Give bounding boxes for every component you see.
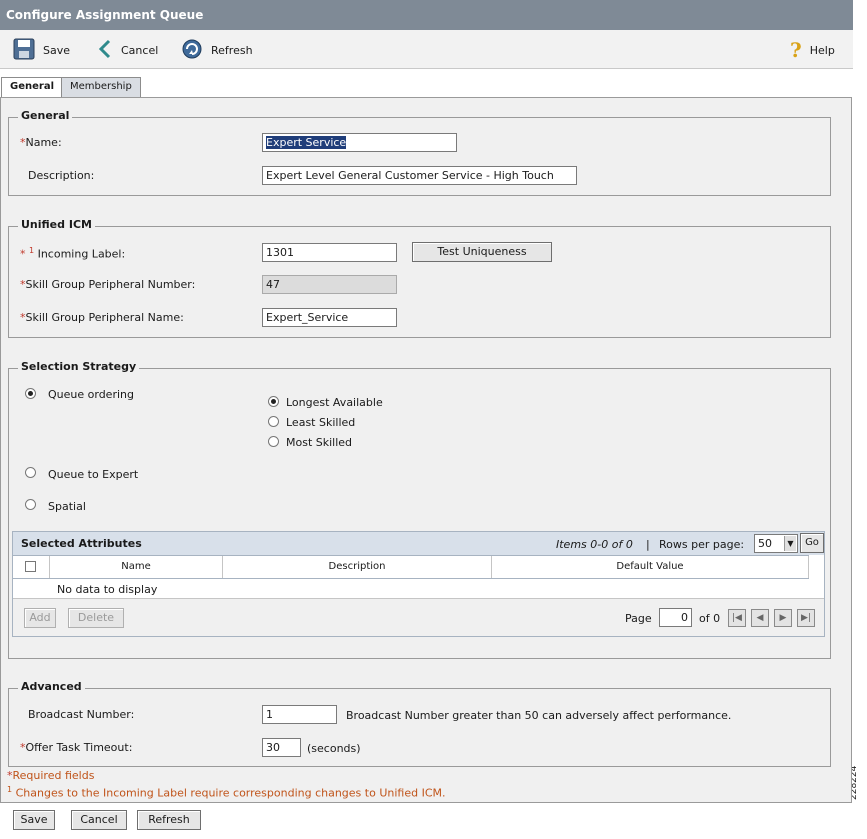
broadcast-number-note: Broadcast Number greater than 50 can adv… — [346, 709, 732, 722]
refresh-toolbar-label: Refresh — [211, 43, 253, 57]
unified-icm-legend: Unified ICM — [18, 218, 95, 231]
description-label: Description: — [28, 169, 95, 182]
spatial-radio[interactable] — [25, 499, 36, 510]
window-title: Configure Assignment Queue — [0, 0, 853, 30]
longest-available-label: Longest Available — [286, 396, 383, 409]
most-skilled-radio[interactable] — [268, 436, 279, 447]
name-field[interactable]: Expert Service — [262, 133, 457, 152]
least-skilled-label: Least Skilled — [286, 416, 356, 429]
advanced-legend: Advanced — [18, 680, 85, 693]
rows-per-page-select[interactable]: 50 ▼ — [754, 534, 798, 553]
spatial-label: Spatial — [48, 500, 86, 513]
grid-toolbar: Selected Attributes Items 0-0 of 0 | Row… — [13, 532, 824, 555]
tab-membership[interactable]: Membership — [61, 77, 141, 97]
selected-attributes-grid: Selected Attributes Items 0-0 of 0 | Row… — [12, 531, 825, 637]
advanced-fieldset: Advanced Broadcast Number: 1 Broadcast N… — [8, 680, 831, 767]
save-icon — [13, 38, 35, 63]
grid-column-headers: Name Description Default Value — [13, 555, 809, 579]
column-description[interactable]: Description — [223, 556, 492, 578]
incoming-label-footnote: 1 Changes to the Incoming Label require … — [7, 785, 446, 800]
least-skilled-radio[interactable] — [268, 416, 279, 427]
cancel-toolbar-button[interactable]: Cancel — [97, 38, 158, 62]
grid-title: Selected Attributes — [21, 537, 142, 550]
broadcast-number-field[interactable]: 1 — [262, 705, 337, 724]
most-skilled-label: Most Skilled — [286, 436, 353, 449]
general-fieldset: General *Name: Expert Service Descriptio… — [8, 109, 831, 196]
add-button[interactable]: Add — [24, 608, 56, 628]
page-count-label: of 0 — [699, 612, 721, 625]
general-panel: General *Name: Expert Service Descriptio… — [0, 97, 852, 803]
incoming-label-label: * 1 Incoming Label: — [20, 246, 126, 261]
description-field[interactable]: Expert Level General Customer Service - … — [262, 166, 577, 185]
previous-page-icon[interactable]: ◀ — [751, 609, 769, 627]
save-button[interactable]: Save — [13, 810, 55, 830]
queue-to-expert-radio[interactable] — [25, 467, 36, 478]
column-default-value[interactable]: Default Value — [492, 556, 809, 578]
items-info: Items 0-0 of 0 — [556, 538, 633, 551]
save-toolbar-label: Save — [43, 43, 71, 57]
peripheral-number-label: *Skill Group Peripheral Number: — [20, 278, 196, 291]
peripheral-number-field: 47 — [262, 275, 397, 294]
column-name[interactable]: Name — [50, 556, 223, 578]
selection-strategy-legend: Selection Strategy — [18, 360, 140, 373]
help-label: Help — [809, 43, 835, 57]
toolbar: Save Cancel Refresh ? Help — [0, 30, 853, 69]
page-label: Page — [625, 612, 652, 625]
peripheral-name-field[interactable]: Expert_Service — [262, 308, 397, 327]
broadcast-number-label: Broadcast Number: — [28, 708, 135, 721]
right-gutter — [853, 0, 867, 839]
page-number-field[interactable]: 0 — [659, 608, 692, 627]
peripheral-name-label: *Skill Group Peripheral Name: — [20, 311, 184, 324]
last-page-icon[interactable]: ▶| — [797, 609, 815, 627]
incoming-label-field[interactable]: 1301 — [262, 243, 397, 262]
name-label: *Name: — [20, 136, 62, 149]
rows-per-page-label: Rows per page: — [659, 538, 745, 551]
help-button[interactable]: ? Help — [790, 38, 835, 62]
refresh-toolbar-button[interactable]: Refresh — [181, 38, 253, 62]
tab-general[interactable]: General — [1, 77, 63, 98]
test-uniqueness-button[interactable]: Test Uniqueness — [412, 242, 552, 262]
queue-ordering-label: Queue ordering — [48, 388, 134, 401]
refresh-icon — [181, 38, 203, 63]
offer-task-timeout-label: *Offer Task Timeout: — [20, 741, 133, 754]
bottom-button-bar: Save Cancel Refresh — [0, 803, 853, 839]
empty-message: No data to display — [57, 583, 158, 596]
general-legend: General — [18, 109, 73, 122]
help-icon: ? — [790, 38, 802, 62]
items-separator: | — [646, 538, 650, 551]
chevron-down-icon: ▼ — [784, 536, 796, 551]
timeout-unit: (seconds) — [307, 742, 361, 755]
cancel-toolbar-label: Cancel — [121, 43, 159, 57]
next-page-icon[interactable]: ▶ — [774, 609, 792, 627]
cancel-button[interactable]: Cancel — [71, 810, 127, 830]
go-button[interactable]: Go — [800, 533, 824, 553]
refresh-button[interactable]: Refresh — [137, 810, 201, 830]
unified-icm-fieldset: Unified ICM * 1 Incoming Label: 1301 Tes… — [8, 218, 831, 338]
required-fields-note: *Required fields — [7, 769, 95, 782]
queue-ordering-radio[interactable] — [25, 388, 36, 399]
offer-task-timeout-field[interactable]: 30 — [262, 738, 301, 757]
grid-footer: Add Delete Page 0 of 0 |◀ ◀ ▶ ▶| — [13, 598, 824, 636]
select-all-column — [13, 556, 50, 578]
select-all-checkbox[interactable] — [25, 561, 36, 572]
queue-to-expert-label: Queue to Expert — [48, 468, 139, 481]
first-page-icon[interactable]: |◀ — [728, 609, 746, 627]
save-toolbar-button[interactable]: Save — [13, 38, 70, 62]
delete-button[interactable]: Delete — [68, 608, 124, 628]
longest-available-radio[interactable] — [268, 396, 279, 407]
back-arrow-icon — [97, 39, 113, 62]
